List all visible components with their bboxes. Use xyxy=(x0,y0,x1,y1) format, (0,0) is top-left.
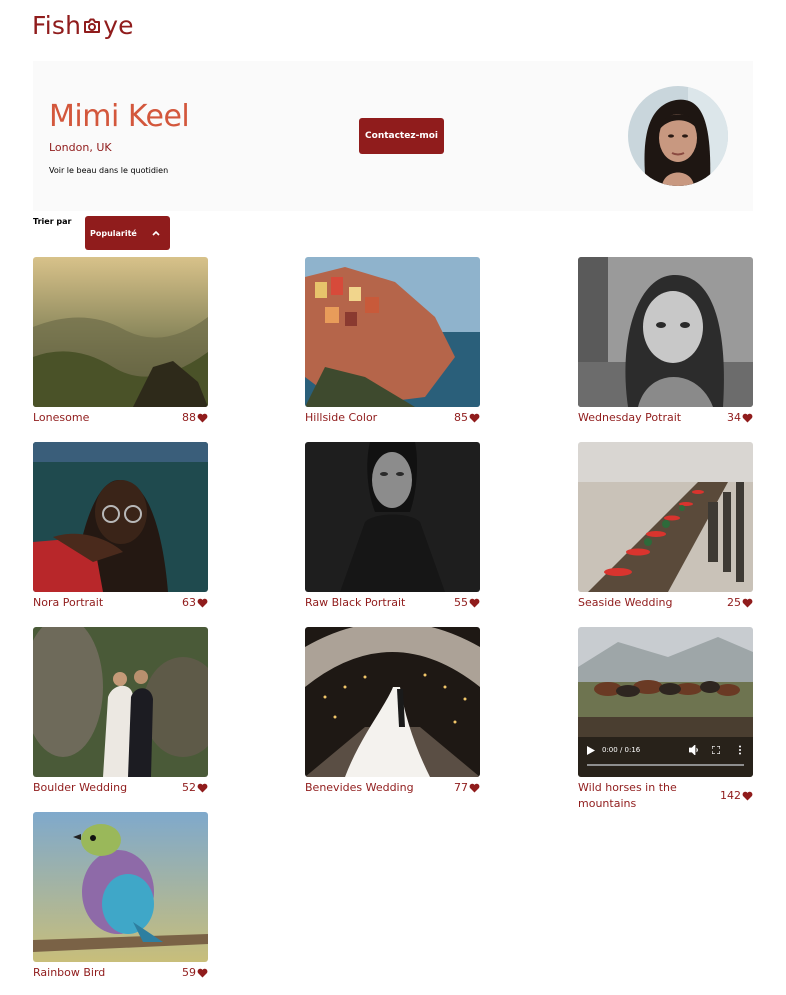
heart-icon[interactable] xyxy=(469,413,480,423)
heart-icon[interactable] xyxy=(742,598,753,608)
like-button[interactable]: 55 xyxy=(454,595,480,611)
photographer-location: London, UK xyxy=(49,141,112,154)
photographer-tagline: Voir le beau dans le quotidien xyxy=(49,166,169,175)
media-card: Nora Portrait 63 xyxy=(33,442,208,611)
heart-icon[interactable] xyxy=(197,598,208,608)
media-thumbnail[interactable] xyxy=(33,812,208,962)
photographer-avatar xyxy=(628,86,728,186)
like-button[interactable]: 59 xyxy=(182,965,208,981)
media-thumbnail[interactable] xyxy=(578,257,753,407)
fisheye-logo[interactable]: Fish ye xyxy=(32,10,134,40)
like-button[interactable]: 85 xyxy=(454,410,480,426)
like-button[interactable]: 25 xyxy=(727,595,753,611)
like-count: 142 xyxy=(720,789,741,802)
video-progress-bar[interactable] xyxy=(587,764,744,766)
media-card: Boulder Wedding 52 xyxy=(33,627,208,796)
like-count: 88 xyxy=(182,411,196,424)
like-count: 34 xyxy=(727,411,741,424)
like-button[interactable]: 63 xyxy=(182,595,208,611)
play-icon[interactable] xyxy=(587,746,595,755)
media-title: Wednesday Potrait xyxy=(578,411,682,424)
like-button[interactable]: 34 xyxy=(727,410,753,426)
sort-label: Trier par xyxy=(33,217,72,226)
contact-button[interactable]: Contactez-moi xyxy=(359,118,444,154)
like-count: 55 xyxy=(454,596,468,609)
photographer-name: Mimi Keel xyxy=(49,99,190,134)
like-count: 77 xyxy=(454,781,468,794)
media-thumbnail[interactable] xyxy=(305,442,480,592)
media-thumbnail[interactable] xyxy=(33,442,208,592)
chevron-up-icon[interactable] xyxy=(151,228,161,238)
media-card: Rainbow Bird 59 xyxy=(33,812,208,981)
media-card: Lonesome 88 xyxy=(33,257,208,426)
media-thumbnail[interactable] xyxy=(305,627,480,777)
heart-icon[interactable] xyxy=(469,598,480,608)
media-title: Raw Black Portrait xyxy=(305,596,406,609)
media-title: Hillside Color xyxy=(305,411,378,424)
like-button[interactable]: 52 xyxy=(182,780,208,796)
heart-icon[interactable] xyxy=(469,783,480,793)
heart-icon[interactable] xyxy=(742,791,753,801)
media-card: 0:00 / 0:16 Wild horses in the mountains… xyxy=(578,627,753,812)
video-controls: 0:00 / 0:16 xyxy=(578,737,753,777)
media-card: Benevides Wedding 77 xyxy=(305,627,480,796)
camera-icon xyxy=(84,18,101,33)
media-title: Boulder Wedding xyxy=(33,781,128,794)
heart-icon[interactable] xyxy=(197,783,208,793)
media-thumbnail[interactable] xyxy=(578,442,753,592)
media-title: Nora Portrait xyxy=(33,596,104,609)
logo-text-right: ye xyxy=(103,10,134,40)
like-count: 59 xyxy=(182,966,196,979)
video-time: 0:00 / 0:16 xyxy=(602,746,641,754)
heart-icon[interactable] xyxy=(197,413,208,423)
media-card: Hillside Color 85 xyxy=(305,257,480,426)
like-count: 85 xyxy=(454,411,468,424)
media-thumbnail[interactable] xyxy=(33,627,208,777)
media-title: Rainbow Bird xyxy=(33,966,106,979)
like-button[interactable]: 142 xyxy=(720,788,753,804)
sort-selected-value: Popularité xyxy=(90,228,137,238)
photographer-header: Mimi Keel London, UK Voir le beau dans l… xyxy=(33,61,753,211)
media-video[interactable]: 0:00 / 0:16 xyxy=(578,627,753,777)
media-title: Lonesome xyxy=(33,411,90,424)
media-card: Raw Black Portrait 55 xyxy=(305,442,480,611)
heart-icon[interactable] xyxy=(197,968,208,978)
like-button[interactable]: 77 xyxy=(454,780,480,796)
like-count: 52 xyxy=(182,781,196,794)
media-card: Seaside Wedding 25 xyxy=(578,442,753,611)
more-options-icon[interactable] xyxy=(738,745,742,755)
media-thumbnail[interactable] xyxy=(33,257,208,407)
sort-dropdown[interactable]: Popularité xyxy=(85,216,170,250)
heart-icon[interactable] xyxy=(742,413,753,423)
like-count: 25 xyxy=(727,596,741,609)
volume-icon[interactable] xyxy=(689,745,699,755)
media-thumbnail[interactable] xyxy=(305,257,480,407)
like-count: 63 xyxy=(182,596,196,609)
media-title: Wild horses in the mountains xyxy=(578,781,677,810)
like-button[interactable]: 88 xyxy=(182,410,208,426)
media-title: Seaside Wedding xyxy=(578,596,673,609)
fullscreen-icon[interactable] xyxy=(712,746,720,754)
logo-text-left: Fish xyxy=(32,10,82,40)
media-card: Wednesday Potrait 34 xyxy=(578,257,753,426)
media-title: Benevides Wedding xyxy=(305,781,414,794)
